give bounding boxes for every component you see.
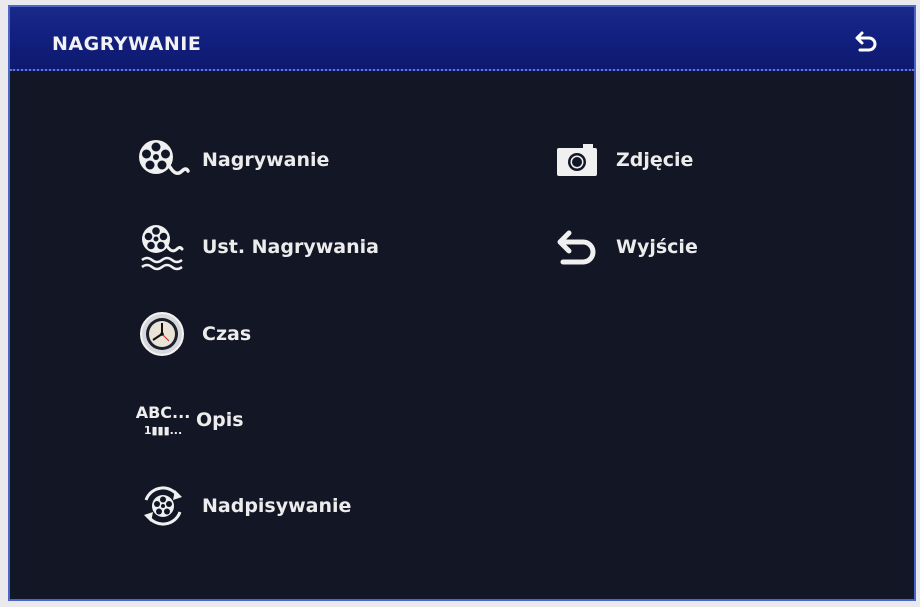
abc-icon-bottom-text: 1▮▮▮... [143,423,183,437]
film-reel-settings-icon [136,222,190,272]
back-arrow-icon [855,31,877,52]
back-button[interactable] [854,29,880,53]
menu-item-label: Opis [196,409,244,431]
menu-item-label: Wyjście [616,236,698,258]
menu-item-wyjscie[interactable]: Wyjście [550,222,698,272]
menu-item-label: Czas [202,323,252,345]
menu-item-label: Nadpisywanie [202,495,352,517]
back-arrow-icon [550,222,604,272]
abc-icon-top-text: ABC... [135,402,191,422]
page-title: NAGRYWANIE [52,33,202,55]
menu-item-nadpisywanie[interactable]: Nadpisywanie [136,481,351,531]
abc-text-icon: ABC... 1▮▮▮... [135,395,191,445]
menu-item-czas[interactable]: Czas [136,309,251,359]
clock-icon [136,309,190,359]
menu-item-label: Ust. Nagrywania [202,236,379,258]
menu-item-ust-nagrywania[interactable]: Ust. Nagrywania [136,222,379,272]
menu-item-nagrywanie[interactable]: Nagrywanie [136,135,329,185]
window: NAGRYWANIE Nagrywanie Ust. Nagrywania Cz… [8,5,916,601]
menu-area: Nagrywanie Ust. Nagrywania Czas ABC... 1… [22,77,902,591]
menu-item-label: Nagrywanie [202,149,330,171]
title-bar: NAGRYWANIE [10,7,914,71]
camera-icon [550,135,604,185]
menu-item-zdjecie[interactable]: Zdjęcie [550,135,693,185]
menu-item-opis[interactable]: ABC... 1▮▮▮... Opis [136,395,244,445]
film-reel-icon [136,135,190,185]
menu-item-label: Zdjęcie [616,149,694,171]
overwrite-reel-icon [136,481,190,531]
